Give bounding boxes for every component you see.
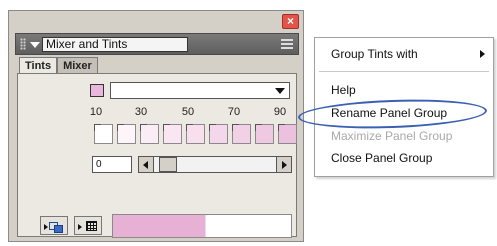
tint-tick-label: 50 [181,106,195,118]
close-button[interactable]: × [282,14,299,29]
new-tint-button[interactable] [40,216,68,235]
arrow-icon [78,224,82,230]
panel-title-bar[interactable]: Mixer and Tints [15,33,299,55]
tint-swatch[interactable] [140,124,159,144]
grip-icon[interactable] [20,38,26,50]
tint-swatch[interactable] [186,124,205,144]
tints-content: 10 30 50 70 90 0 [17,73,297,238]
menu-item-group-tints-with[interactable]: Group Tints with [331,47,418,61]
menu-item-maximize-panel-group: Maximize Panel Group [331,129,453,143]
tint-swatch[interactable] [255,124,274,144]
tab-tints[interactable]: Tints [19,57,58,74]
tint-preview-bar [112,214,292,238]
panel-tabs: Tints Mixer [19,57,98,74]
tint-swatch[interactable] [117,124,136,144]
menu-item-help[interactable]: Help [331,83,356,97]
tint-tick-label: 30 [134,106,148,118]
tint-swatch[interactable] [209,124,228,144]
tint-grid-icon [86,221,97,231]
tint-scale-labels: 10 30 50 70 90 [90,106,304,118]
mixer-tints-panel: × Mixer and Tints Tints Mixer 10 30 50 7… [8,10,304,242]
submenu-arrow-icon [480,50,485,58]
tint-slider-thumb[interactable] [159,157,177,172]
color-dropdown[interactable] [110,82,290,99]
tint-tick-label: 90 [273,106,287,118]
tint-tick-label: 10 [89,106,103,118]
tint-swatch[interactable] [278,124,297,144]
scroll-right-arrow-icon[interactable] [276,156,292,173]
new-tint-icon-fill [54,225,63,233]
tint-swatches [94,124,301,144]
tint-swatch[interactable] [163,124,182,144]
panel-title: Mixer and Tints [42,37,188,52]
tint-swatch[interactable] [232,124,251,144]
menu-item-close-panel-group[interactable]: Close Panel Group [331,151,432,165]
collapse-arrow-icon[interactable] [30,42,40,48]
tint-swatch[interactable] [94,124,113,144]
base-color-swatch[interactable] [90,84,104,97]
options-menu-icon[interactable] [281,39,293,49]
arrow-icon [44,224,48,230]
scroll-left-arrow-icon[interactable] [138,156,154,173]
chevron-down-icon [275,88,285,94]
menu-separator [319,71,489,72]
tint-tick-label: 70 [227,106,241,118]
tint-value-input[interactable]: 0 [92,156,132,173]
tint-grid-button[interactable] [74,216,102,235]
tab-mixer[interactable]: Mixer [57,57,98,74]
